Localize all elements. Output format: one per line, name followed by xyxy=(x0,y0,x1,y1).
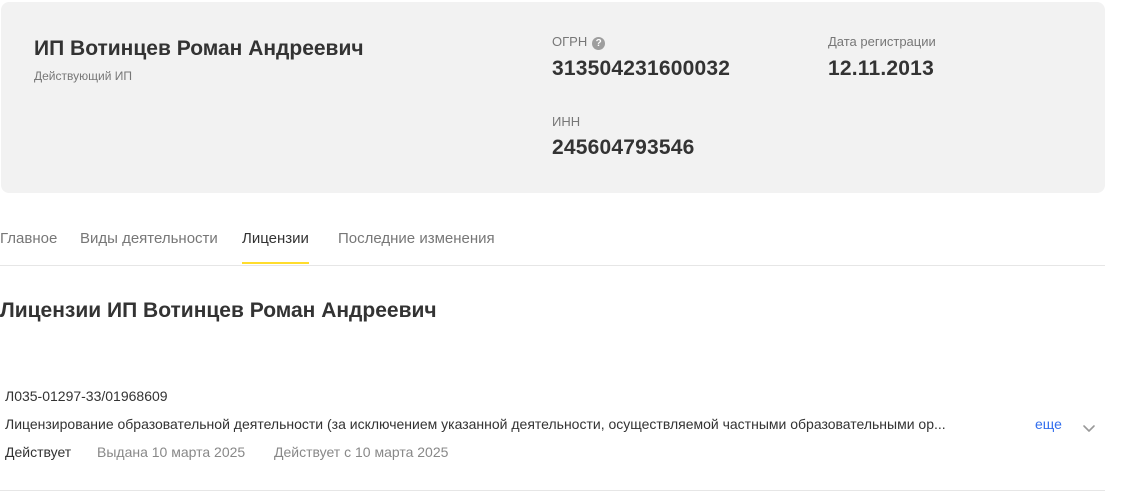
ogrn-value: 313504231600032 xyxy=(552,57,731,80)
company-name: ИП Вотинцев Роман Андреевич xyxy=(34,37,364,60)
license-issued: Выдана 10 марта 2025 xyxy=(97,444,246,460)
tab-recent-changes[interactable]: Последние изменения xyxy=(338,230,495,262)
ogrn-label-group: ОГРН? xyxy=(552,34,606,50)
chevron-down-icon[interactable] xyxy=(1081,420,1097,436)
license-number: Л035-01297-33/01968609 xyxy=(5,388,168,404)
reg-date-value: 12.11.2013 xyxy=(828,57,934,80)
license-valid-from: Действует с 10 марта 2025 xyxy=(274,444,449,460)
divider xyxy=(0,490,1105,491)
company-summary-card: ИП Вотинцев Роман Андреевич Действующий … xyxy=(1,2,1105,193)
company-status: Действующий ИП xyxy=(34,69,132,83)
tab-licenses[interactable]: Лицензии xyxy=(242,230,309,264)
question-circle-icon[interactable]: ? xyxy=(592,37,606,50)
tab-bar: Главное Виды деятельности Лицензии После… xyxy=(0,212,1105,266)
tab-activities[interactable]: Виды деятельности xyxy=(80,230,218,262)
reg-date-label: Дата регистрации xyxy=(828,34,936,49)
license-status: Действует xyxy=(5,444,72,460)
licenses-section-title: Лицензии ИП Вотинцев Роман Андреевич xyxy=(0,299,437,322)
tab-main[interactable]: Главное xyxy=(0,230,57,262)
inn-label: ИНН xyxy=(552,114,581,129)
more-link[interactable]: еще xyxy=(1035,416,1062,432)
license-description: Лицензирование образовательной деятельно… xyxy=(5,416,946,432)
ogrn-label: ОГРН xyxy=(552,34,588,49)
inn-value: 245604793546 xyxy=(552,136,695,159)
